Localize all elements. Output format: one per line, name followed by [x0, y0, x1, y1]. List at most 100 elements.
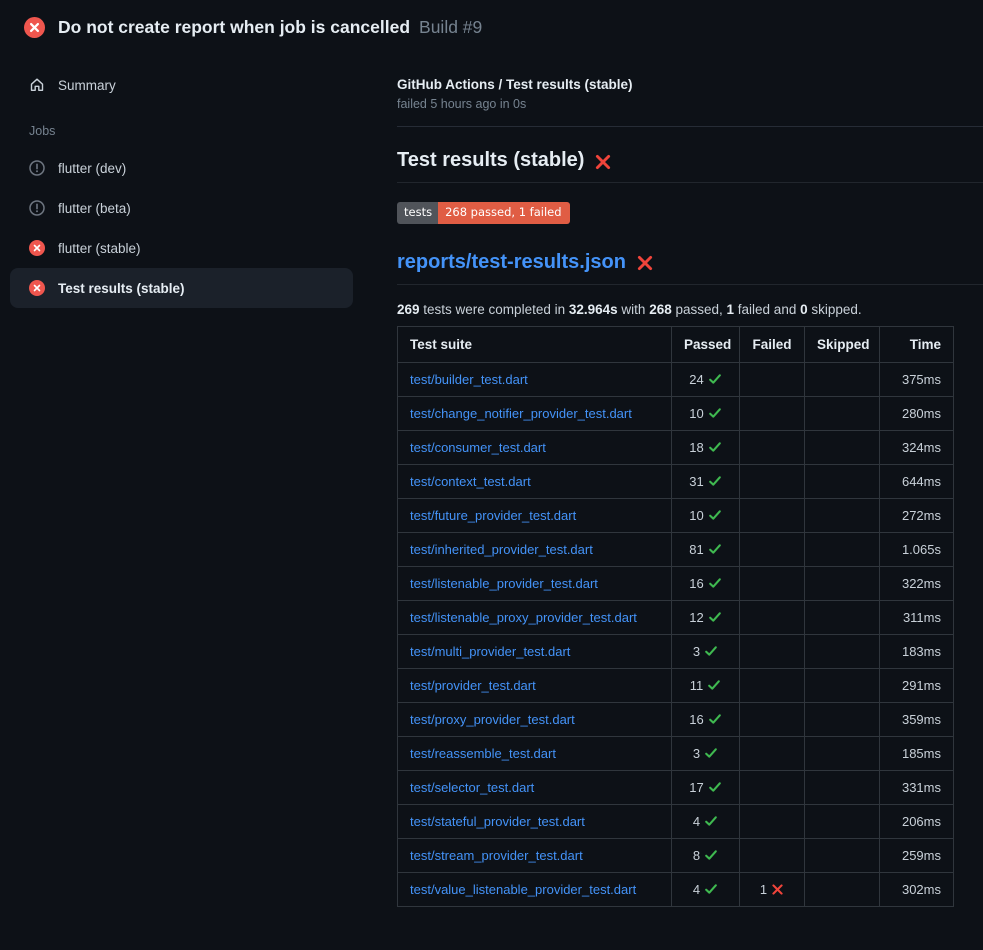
test-suite-link[interactable]: test/multi_provider_test.dart — [410, 644, 570, 659]
suite-cell: test/change_notifier_provider_test.dart — [398, 396, 672, 430]
time-cell: 1.065s — [880, 532, 954, 566]
skipped-cell — [805, 532, 880, 566]
check-icon — [704, 882, 718, 896]
summary-text: skipped. — [808, 302, 862, 317]
test-suite-link[interactable]: test/reassemble_test.dart — [410, 746, 556, 761]
column-header-time: Time — [880, 326, 954, 362]
passed-value: 81 — [689, 542, 703, 557]
passed-cell: 10 — [672, 396, 740, 430]
test-suite-link[interactable]: test/change_notifier_provider_test.dart — [410, 406, 632, 421]
passed-cell: 12 — [672, 600, 740, 634]
alert-circle-icon — [29, 160, 45, 176]
passed-cell: 17 — [672, 770, 740, 804]
failed-cell — [740, 804, 805, 838]
passed-count: 268 — [649, 302, 672, 317]
main-content: GitHub Actions / Test results (stable) f… — [397, 49, 983, 907]
table-row: test/stateful_provider_test.dart 4 206ms — [398, 804, 954, 838]
job-label: flutter (beta) — [58, 201, 131, 216]
check-icon — [704, 814, 718, 828]
table-row: test/future_provider_test.dart 10 272ms — [398, 498, 954, 532]
suite-cell: test/multi_provider_test.dart — [398, 634, 672, 668]
sidebar-item-summary[interactable]: Summary — [10, 65, 353, 105]
table-row: test/listenable_proxy_provider_test.dart… — [398, 600, 954, 634]
time-cell: 302ms — [880, 872, 954, 906]
passed-value: 24 — [689, 372, 703, 387]
passed-value: 3 — [693, 746, 700, 761]
column-header-failed: Failed — [740, 326, 805, 362]
test-suite-link[interactable]: test/consumer_test.dart — [410, 440, 546, 455]
run-header: Do not create report when job is cancell… — [0, 0, 983, 49]
tests-badge: tests 268 passed, 1 failed — [397, 202, 570, 224]
check-icon — [707, 678, 721, 692]
report-file-link[interactable]: reports/test-results.json — [397, 251, 626, 274]
table-row: test/proxy_provider_test.dart 16 359ms — [398, 702, 954, 736]
table-row: test/context_test.dart 31 644ms — [398, 464, 954, 498]
check-icon — [708, 406, 722, 420]
passed-cell: 16 — [672, 702, 740, 736]
duration: 32.964s — [569, 302, 618, 317]
skipped-cell — [805, 668, 880, 702]
badge-value: 268 passed, 1 failed — [438, 202, 569, 224]
sidebar-item-test-results-stable[interactable]: Test results (stable) — [10, 268, 353, 308]
passed-value: 18 — [689, 440, 703, 455]
check-icon — [704, 848, 718, 862]
column-header-passed: Passed — [672, 326, 740, 362]
suite-cell: test/listenable_provider_test.dart — [398, 566, 672, 600]
test-suite-link[interactable]: test/listenable_provider_test.dart — [410, 576, 598, 591]
check-icon — [708, 542, 722, 556]
test-suite-link[interactable]: test/stateful_provider_test.dart — [410, 814, 585, 829]
x-icon — [771, 883, 784, 896]
x-circle-icon — [29, 240, 45, 256]
test-suite-link[interactable]: test/proxy_provider_test.dart — [410, 712, 575, 727]
passed-cell: 4 — [672, 872, 740, 906]
time-cell: 375ms — [880, 362, 954, 396]
skipped-cell — [805, 702, 880, 736]
x-circle-icon — [29, 280, 45, 296]
passed-value: 4 — [693, 882, 700, 897]
failed-cell — [740, 464, 805, 498]
passed-value: 16 — [689, 576, 703, 591]
failed-x-icon — [594, 153, 612, 171]
test-suite-link[interactable]: test/selector_test.dart — [410, 780, 534, 795]
test-suite-link[interactable]: test/listenable_proxy_provider_test.dart — [410, 610, 637, 625]
table-header-row: Test suite Passed Failed Skipped Time — [398, 326, 954, 362]
test-suite-link[interactable]: test/value_listenable_provider_test.dart — [410, 882, 636, 897]
badge-label: tests — [397, 202, 438, 224]
table-row: test/multi_provider_test.dart 3 183ms — [398, 634, 954, 668]
check-icon — [708, 508, 722, 522]
skipped-cell — [805, 396, 880, 430]
table-row: test/consumer_test.dart 18 324ms — [398, 430, 954, 464]
test-suite-link[interactable]: test/future_provider_test.dart — [410, 508, 576, 523]
check-run-title: GitHub Actions / Test results (stable) — [397, 77, 983, 92]
passed-cell: 3 — [672, 634, 740, 668]
passed-cell: 11 — [672, 668, 740, 702]
column-header-skipped: Skipped — [805, 326, 880, 362]
failed-cell — [740, 362, 805, 396]
failed-cell — [740, 396, 805, 430]
time-cell: 280ms — [880, 396, 954, 430]
sidebar: Summary Jobs flutter (dev) flutter (beta… — [0, 49, 397, 308]
check-icon — [708, 440, 722, 454]
table-row: test/provider_test.dart 11 291ms — [398, 668, 954, 702]
skipped-cell — [805, 838, 880, 872]
suite-cell: test/proxy_provider_test.dart — [398, 702, 672, 736]
suite-cell: test/reassemble_test.dart — [398, 736, 672, 770]
time-cell: 272ms — [880, 498, 954, 532]
test-suite-link[interactable]: test/inherited_provider_test.dart — [410, 542, 593, 557]
test-suite-link[interactable]: test/builder_test.dart — [410, 372, 528, 387]
sidebar-item-flutter-beta[interactable]: flutter (beta) — [10, 188, 353, 228]
table-row: test/stream_provider_test.dart 8 259ms — [398, 838, 954, 872]
report-file-heading: reports/test-results.json — [397, 251, 983, 285]
test-suite-link[interactable]: test/context_test.dart — [410, 474, 531, 489]
skipped-cell — [805, 804, 880, 838]
failed-cell — [740, 600, 805, 634]
passed-cell: 18 — [672, 430, 740, 464]
test-suite-link[interactable]: test/provider_test.dart — [410, 678, 536, 693]
test-suite-link[interactable]: test/stream_provider_test.dart — [410, 848, 583, 863]
skipped-cell — [805, 600, 880, 634]
sidebar-item-flutter-stable[interactable]: flutter (stable) — [10, 228, 353, 268]
column-header-test-suite: Test suite — [398, 326, 672, 362]
failed-cell — [740, 702, 805, 736]
suite-cell: test/inherited_provider_test.dart — [398, 532, 672, 566]
sidebar-item-flutter-dev[interactable]: flutter (dev) — [10, 148, 353, 188]
